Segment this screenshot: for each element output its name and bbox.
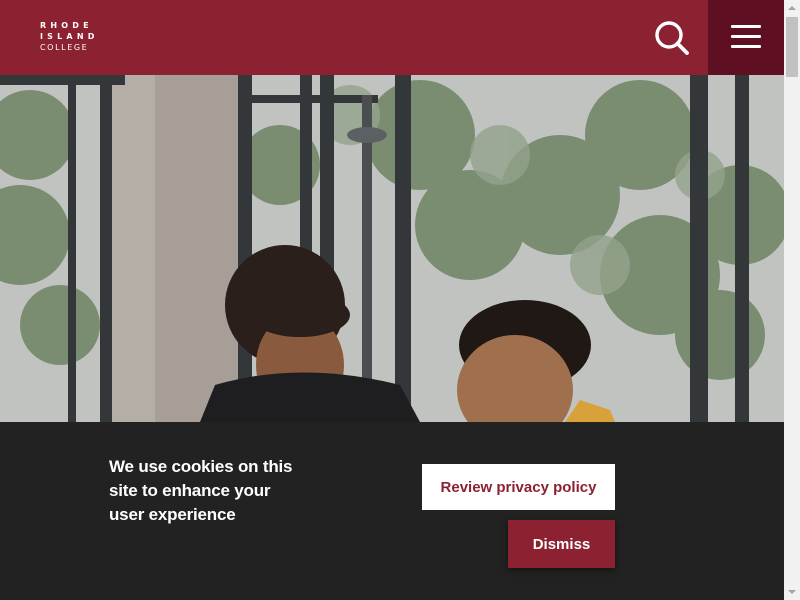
scroll-down-arrow-icon[interactable] bbox=[784, 584, 800, 600]
review-privacy-policy-button[interactable]: Review privacy policy bbox=[422, 464, 615, 510]
hero-image bbox=[0, 75, 784, 422]
dismiss-button[interactable]: Dismiss bbox=[508, 520, 615, 568]
logo-line-2: ISLAND bbox=[40, 32, 99, 41]
site-header: RHODE ISLAND COLLEGE bbox=[0, 0, 784, 75]
menu-button[interactable] bbox=[708, 0, 784, 75]
hamburger-menu-icon bbox=[731, 25, 761, 49]
cookie-banner: We use cookies on this site to enhance y… bbox=[0, 422, 784, 600]
scrollbar-thumb[interactable] bbox=[786, 17, 798, 77]
search-button[interactable] bbox=[650, 16, 694, 60]
scroll-up-arrow-icon[interactable] bbox=[784, 0, 800, 16]
logo-line-3: COLLEGE bbox=[40, 43, 89, 52]
search-icon bbox=[655, 21, 689, 55]
college-logo[interactable]: RHODE ISLAND COLLEGE bbox=[40, 20, 99, 53]
cookie-message: We use cookies on this site to enhance y… bbox=[109, 457, 293, 524]
vertical-scrollbar[interactable] bbox=[784, 0, 800, 600]
logo-line-1: RHODE bbox=[40, 21, 93, 30]
hero-photo bbox=[0, 75, 784, 422]
